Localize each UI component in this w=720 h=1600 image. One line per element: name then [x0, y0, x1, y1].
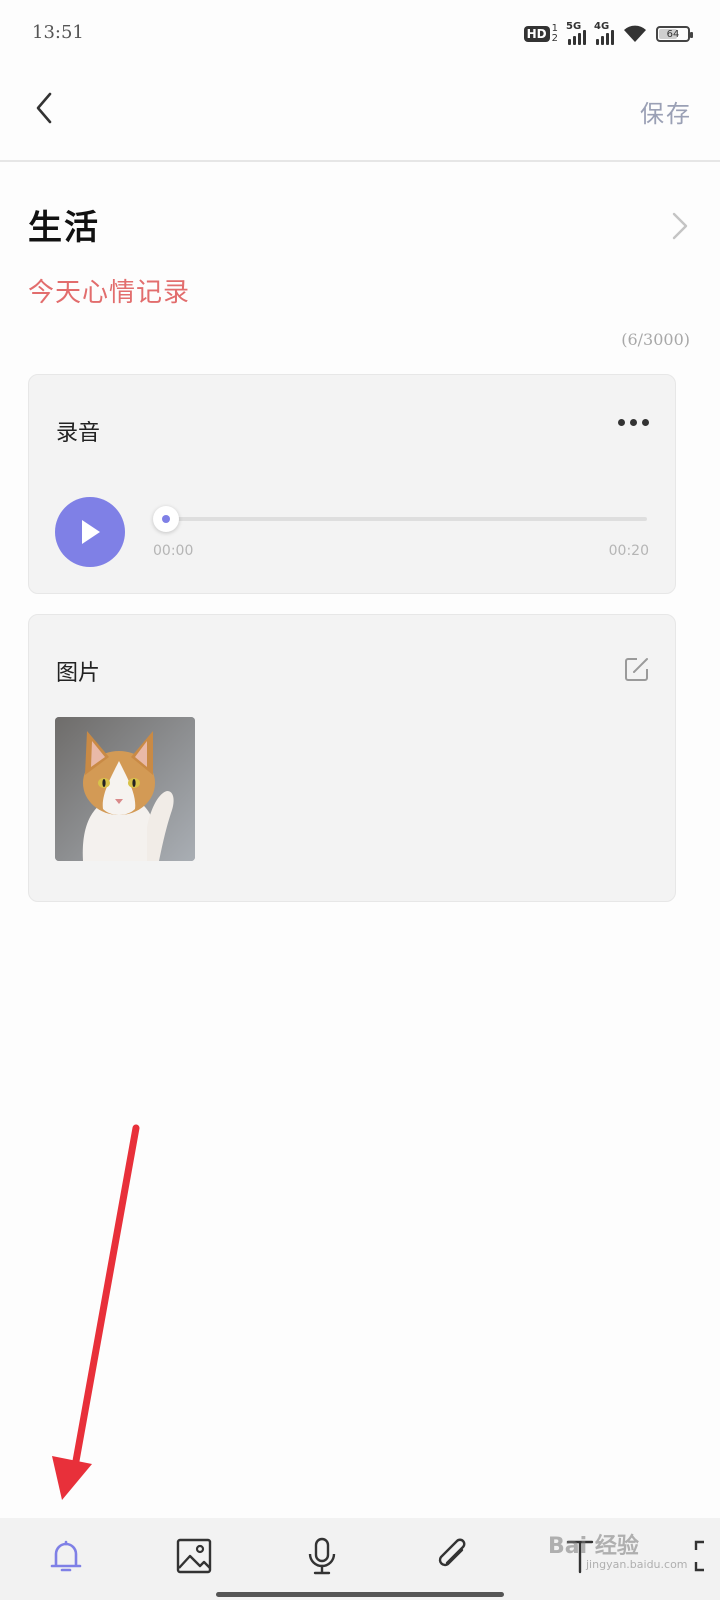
audio-duration: 00:20	[608, 543, 649, 559]
category-title: 生活	[28, 208, 100, 248]
status-bar: 13:51 HD 1 2 5G 4G 64	[0, 0, 720, 70]
edit-icon	[625, 658, 648, 681]
cat-photo[interactable]	[55, 717, 195, 861]
image-card-title: 图片	[56, 661, 101, 686]
signal-4g-icon: 4G	[594, 21, 614, 45]
expand-icon	[694, 1540, 704, 1572]
toolbar-reminder-button[interactable]	[42, 1532, 90, 1580]
more-button[interactable]	[618, 419, 649, 426]
signal-5g-icon: 5G	[566, 21, 586, 45]
more-dot	[618, 419, 625, 426]
more-dot	[630, 419, 637, 426]
watermark-url: jingyan.baidu.com	[586, 1558, 688, 1571]
wifi-icon	[624, 25, 646, 42]
toolbar-voice-button[interactable]	[298, 1532, 346, 1580]
save-button[interactable]: 保存	[640, 94, 692, 129]
image-card: 图片	[28, 614, 676, 902]
status-time: 13:51	[32, 22, 84, 43]
audio-current-time: 00:00	[153, 543, 194, 559]
paperclip-icon	[438, 1538, 466, 1567]
hd-sub: 2	[551, 33, 558, 44]
play-button[interactable]	[55, 497, 125, 567]
audio-card: 录音 00:00 00:20	[28, 374, 676, 594]
hd-slot-indicator: 1 2	[552, 24, 558, 44]
edit-button[interactable]	[623, 655, 651, 683]
play-icon	[82, 520, 100, 544]
cat-image	[55, 717, 195, 861]
microphone-icon	[308, 1537, 336, 1575]
toolbar-image-button[interactable]	[170, 1532, 218, 1580]
image-icon	[176, 1538, 212, 1574]
status-icons: HD 1 2 5G 4G 64	[523, 20, 693, 48]
note-text[interactable]: 今天心情记录	[28, 272, 190, 309]
home-indicator[interactable]	[216, 1592, 504, 1597]
char-count: (6/3000)	[621, 330, 690, 349]
audio-card-title: 录音	[56, 421, 101, 446]
battery-level: 64	[666, 28, 680, 40]
hd-icon: HD	[523, 26, 550, 42]
category-row[interactable]: 生活	[28, 200, 692, 252]
toolbar-fullscreen-button[interactable]	[684, 1532, 720, 1580]
chevron-right-icon	[672, 212, 688, 240]
battery-icon: 64	[656, 26, 693, 42]
watermark: Bai 经验	[548, 1534, 639, 1559]
audio-progress-knob[interactable]	[153, 506, 179, 532]
more-dot	[642, 419, 649, 426]
toolbar-attachment-button[interactable]	[428, 1532, 476, 1580]
bell-icon	[50, 1540, 82, 1572]
chevron-left-icon	[36, 92, 52, 124]
back-button[interactable]	[26, 86, 66, 130]
audio-progress-slider[interactable]	[153, 506, 647, 532]
header: 保存	[0, 70, 720, 162]
